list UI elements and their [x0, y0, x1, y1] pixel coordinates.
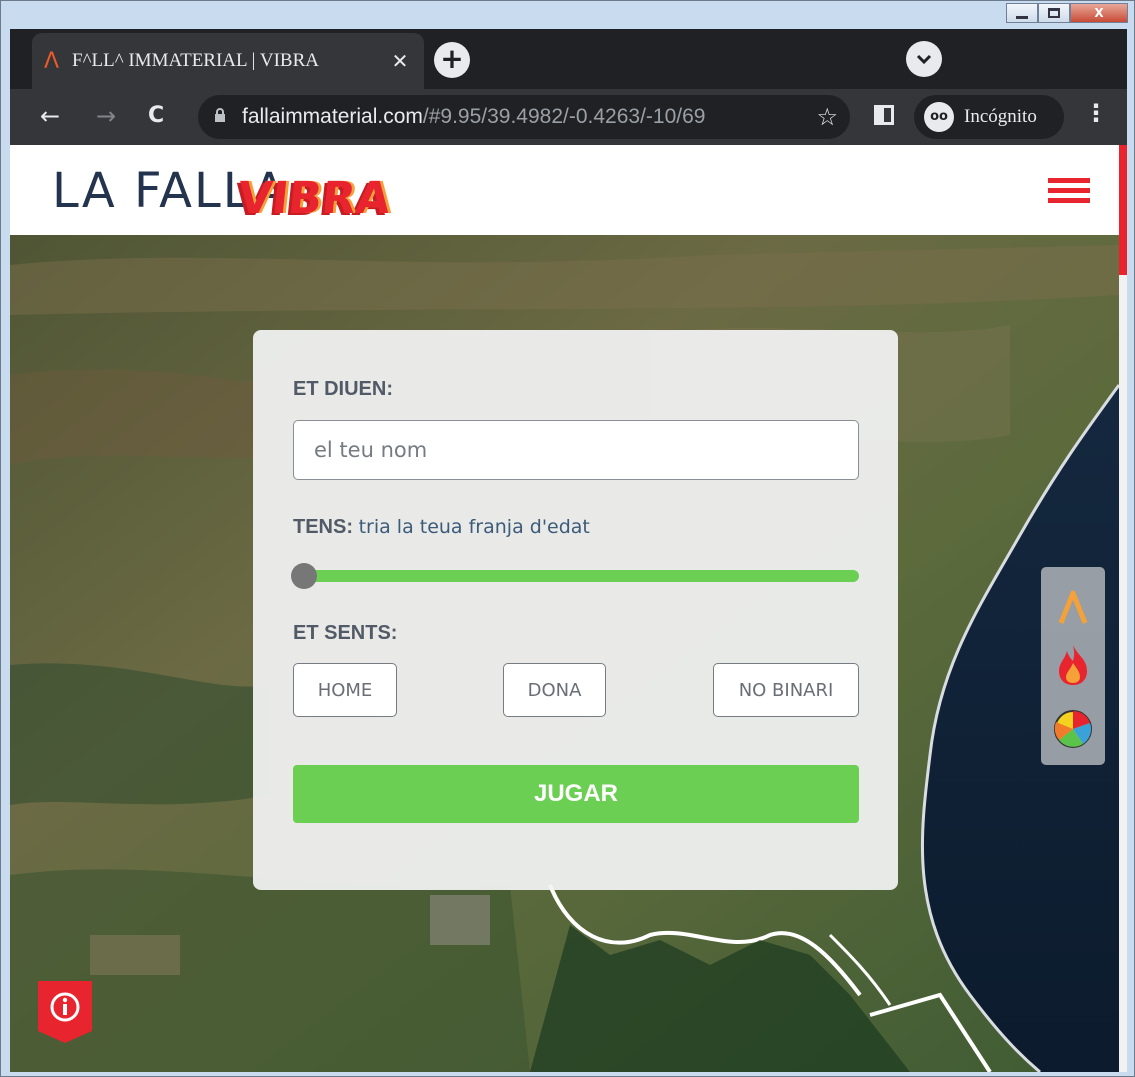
- name-label: ET DIUEN:: [293, 378, 393, 400]
- hamburger-menu-icon[interactable]: [1048, 178, 1090, 204]
- age-label: TENS:: [293, 516, 353, 538]
- age-slider-track[interactable]: [293, 570, 859, 582]
- lock-icon: [214, 107, 226, 127]
- profile-incognito-button[interactable]: oo Incógnito: [914, 95, 1064, 139]
- forward-button[interactable]: →: [96, 101, 116, 131]
- tab-title: F^LL^ IMMATERIAL | VIBRA: [72, 50, 319, 71]
- app-window: X Λ F^LL^ IMMATERIAL | VIBRA ✕ + ← → C f…: [0, 0, 1135, 1077]
- close-window-button[interactable]: X: [1070, 3, 1128, 23]
- window-controls: X: [1006, 3, 1128, 23]
- tab-search-button[interactable]: [906, 41, 942, 77]
- bookmark-star-icon[interactable]: ☆: [816, 103, 838, 131]
- reload-button[interactable]: C: [148, 101, 164, 131]
- age-hint: tria la teua franja d'edat: [358, 516, 590, 538]
- name-input[interactable]: [293, 420, 859, 480]
- chevron-down-icon: [916, 54, 932, 65]
- browser-toolbar: ← → C fallaimmaterial.com /#9.95/39.4982…: [10, 89, 1127, 145]
- favicon-icon: Λ: [44, 48, 60, 74]
- address-bar[interactable]: fallaimmaterial.com /#9.95/39.4982/-0.42…: [198, 95, 850, 139]
- falla-logo-icon[interactable]: [1053, 587, 1093, 627]
- side-panel-icon[interactable]: [874, 105, 894, 125]
- fire-icon[interactable]: [1053, 645, 1093, 685]
- play-button[interactable]: JUGAR: [293, 765, 859, 823]
- tab-strip: Λ F^LL^ IMMATERIAL | VIBRA ✕ +: [10, 29, 1127, 89]
- age-slider-thumb[interactable]: [291, 563, 317, 589]
- minimize-button[interactable]: [1006, 3, 1038, 23]
- tab-close-icon[interactable]: ✕: [388, 49, 412, 73]
- page-scrollbar[interactable]: [1119, 145, 1127, 1072]
- maximize-icon: [1048, 8, 1060, 18]
- maximize-button[interactable]: [1038, 3, 1070, 23]
- url-host: fallaimmaterial.com: [242, 105, 423, 128]
- gender-option-home[interactable]: HOME: [293, 663, 397, 717]
- browser-frame: Λ F^LL^ IMMATERIAL | VIBRA ✕ + ← → C fal…: [10, 29, 1127, 1072]
- info-button[interactable]: [38, 981, 92, 1047]
- age-label-row: TENS: tria la teua franja d'edat: [293, 516, 590, 539]
- gender-option-dona[interactable]: DONA: [503, 663, 606, 717]
- scrollbar-thumb[interactable]: [1119, 145, 1127, 275]
- minimize-icon: [1016, 15, 1028, 19]
- gender-label: ET SENTS:: [293, 622, 398, 644]
- gender-option-no-binari[interactable]: NO BINARI: [713, 663, 859, 717]
- new-tab-button[interactable]: +: [434, 42, 470, 78]
- url-path: /#9.95/39.4982/-0.4263/-10/69: [422, 105, 706, 128]
- site-header: LA FALLA VIBRA: [10, 145, 1119, 235]
- info-icon: [38, 981, 92, 1043]
- back-button[interactable]: ←: [40, 101, 60, 131]
- browser-menu-icon[interactable]: ⋮: [1084, 99, 1108, 127]
- logo-vibra-overlay: VIBRA: [235, 173, 393, 224]
- player-form-card: ET DIUEN: TENS: tria la teua franja d'ed…: [253, 330, 898, 890]
- tab-active[interactable]: Λ F^LL^ IMMATERIAL | VIBRA ✕: [32, 33, 424, 89]
- layer-toggle-panel: [1041, 567, 1105, 765]
- pie-chart-icon[interactable]: [1053, 709, 1093, 749]
- incognito-icon: oo: [924, 102, 954, 132]
- page-viewport: LA FALLA VIBRA ET DIUEN: el teu nom TENS…: [10, 145, 1127, 1072]
- profile-label: Incógnito: [964, 106, 1037, 127]
